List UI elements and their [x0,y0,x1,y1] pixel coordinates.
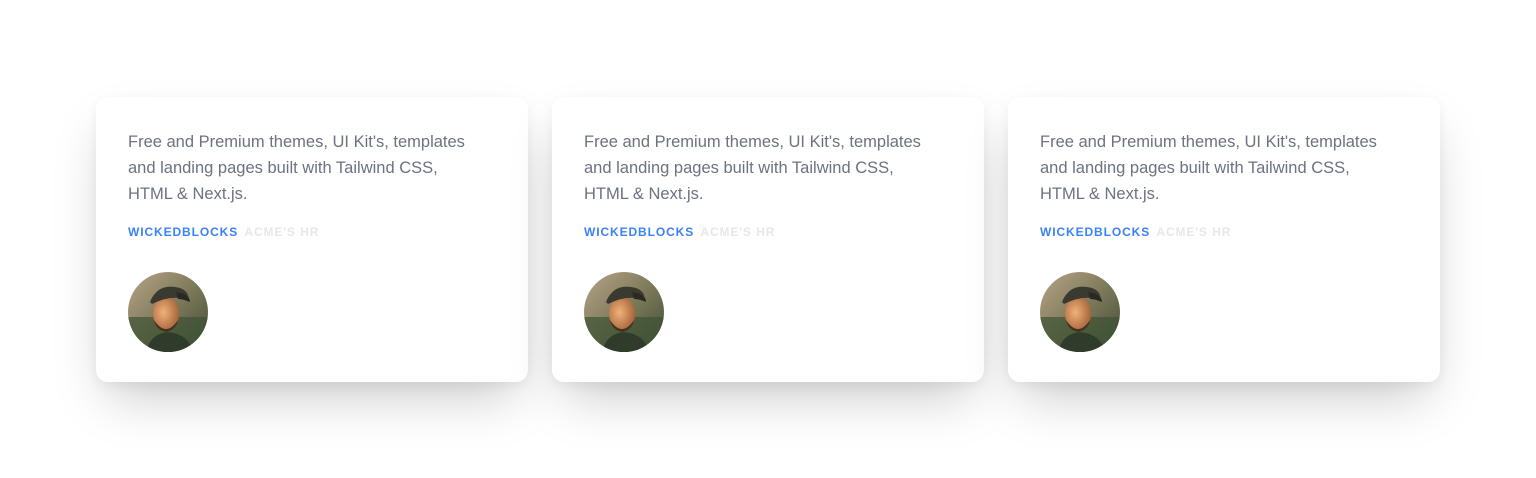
avatar [584,272,664,352]
testimonial-meta: WICKEDBLOCKS ACME'S HR [1040,224,1408,240]
testimonial-role: ACME'S HR [1156,225,1232,239]
testimonial-company: WICKEDBLOCKS [584,225,695,239]
testimonial-company: WICKEDBLOCKS [1040,225,1151,239]
testimonial-card: Free and Premium themes, UI Kit's, templ… [1008,97,1440,382]
person-portrait-icon [1040,272,1120,352]
page: Free and Premium themes, UI Kit's, templ… [0,0,1536,478]
testimonial-list: Free and Premium themes, UI Kit's, templ… [96,97,1440,382]
testimonial-card: Free and Premium themes, UI Kit's, templ… [552,97,984,382]
person-portrait-icon [584,272,664,352]
testimonial-quote: Free and Premium themes, UI Kit's, templ… [128,133,465,203]
testimonial-meta: WICKEDBLOCKS ACME'S HR [584,224,952,240]
testimonial-quote: Free and Premium themes, UI Kit's, templ… [584,133,921,203]
avatar [128,272,208,352]
testimonial-role: ACME'S HR [244,225,320,239]
testimonial-company: WICKEDBLOCKS [128,225,239,239]
testimonial-meta: WICKEDBLOCKS ACME'S HR [128,224,496,240]
testimonial-role: ACME'S HR [700,225,776,239]
testimonial-card: Free and Premium themes, UI Kit's, templ… [96,97,528,382]
person-portrait-icon [128,272,208,352]
avatar [1040,272,1120,352]
testimonial-quote: Free and Premium themes, UI Kit's, templ… [1040,133,1377,203]
